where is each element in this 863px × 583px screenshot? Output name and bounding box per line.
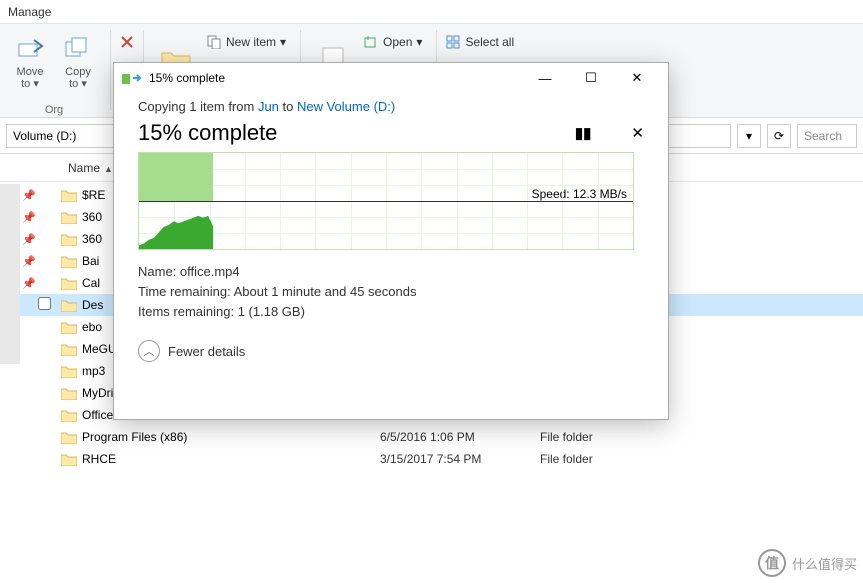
- breadcrumb-path: Volume (D:): [13, 129, 76, 143]
- speed-graph: Speed: 12.3 MB/s: [138, 152, 634, 250]
- folder-icon: [58, 453, 80, 466]
- file-type: File folder: [540, 452, 660, 466]
- window-title: Manage: [8, 5, 51, 19]
- minimize-button[interactable]: —: [522, 63, 568, 93]
- delete-icon: [119, 34, 135, 50]
- select-all-label: Select all: [465, 35, 514, 49]
- cancel-icon: ✕: [631, 125, 644, 142]
- folder-icon: [58, 365, 80, 378]
- move-to-button[interactable]: Moveto ▾: [6, 28, 54, 94]
- new-item-button[interactable]: New item ▾: [206, 32, 286, 52]
- maximize-button[interactable]: ☐: [568, 63, 614, 93]
- open-button[interactable]: Open ▾: [363, 32, 422, 52]
- refresh-button[interactable]: ⟳: [767, 124, 791, 148]
- folder-icon: [58, 431, 80, 444]
- copy-to-label: Copyto ▾: [65, 66, 91, 90]
- close-icon: ✕: [632, 70, 643, 86]
- watermark-badge: 值: [758, 549, 786, 577]
- move-to-label: Moveto ▾: [17, 66, 44, 90]
- copy-from-link[interactable]: Jun: [258, 99, 279, 114]
- file-name: RHCE: [80, 452, 380, 466]
- pin-icon: 📌: [20, 189, 38, 202]
- open-icon: [363, 34, 379, 50]
- new-item-label: New item: [226, 35, 276, 49]
- folder-icon: [58, 189, 80, 202]
- percent-complete: 15% complete: [138, 120, 277, 146]
- watermark-text: 什么值得买: [792, 554, 857, 573]
- pause-icon: ▮▮: [575, 125, 592, 142]
- refresh-icon: ⟳: [774, 129, 784, 143]
- chevron-down-icon: ▾: [416, 35, 422, 49]
- copy-dialog: 15% complete — ☐ ✕ Copying 1 item from J…: [113, 62, 669, 420]
- folder-icon: [58, 211, 80, 224]
- new-item-icon: [206, 34, 222, 50]
- titlebar: Manage: [0, 0, 863, 24]
- pin-icon: 📌: [20, 255, 38, 268]
- chevron-up-icon: ︿: [138, 340, 160, 362]
- file-date: 6/5/2016 1:06 PM: [380, 430, 540, 444]
- copy-to-link[interactable]: New Volume (D:): [297, 99, 395, 114]
- maximize-icon: ☐: [585, 70, 597, 86]
- folder-icon: [58, 277, 80, 290]
- search-placeholder: Search: [804, 129, 842, 143]
- select-all-icon: [445, 34, 461, 50]
- nav-pane-stub: [0, 184, 20, 364]
- select-all-button[interactable]: Select all: [445, 32, 514, 52]
- pause-button[interactable]: ▮▮: [575, 124, 592, 142]
- fewer-details-button[interactable]: ︿ Fewer details: [138, 340, 644, 362]
- chevron-down-icon: ▾: [280, 35, 286, 49]
- delete-button[interactable]: [119, 32, 135, 52]
- items-remaining-value: 1 (1.18 GB): [238, 304, 305, 319]
- table-row[interactable]: RHCE3/15/2017 7:54 PMFile folder: [0, 448, 863, 470]
- copy-to-button[interactable]: Copyto ▾: [54, 28, 102, 94]
- file-date: 3/15/2017 7:54 PM: [380, 452, 540, 466]
- dialog-title: 15% complete: [149, 71, 522, 85]
- search-input[interactable]: Search: [797, 124, 857, 148]
- copy-dialog-icon: [122, 72, 143, 84]
- file-type: File folder: [540, 430, 660, 444]
- pin-icon: 📌: [20, 277, 38, 290]
- close-button[interactable]: ✕: [614, 63, 660, 93]
- table-row[interactable]: Program Files (x86)6/5/2016 1:06 PMFile …: [0, 426, 863, 448]
- minimize-icon: —: [539, 71, 552, 86]
- ribbon-separator: [110, 30, 111, 110]
- copy-to-icon: [62, 32, 94, 64]
- open-label: Open: [383, 35, 412, 49]
- folder-icon: [58, 299, 80, 312]
- ribbon-group-organize: Org: [45, 104, 63, 116]
- file-name-value: office.mp4: [180, 264, 240, 279]
- cancel-button[interactable]: ✕: [631, 124, 644, 142]
- go-button[interactable]: ▾: [737, 124, 761, 148]
- row-checkbox[interactable]: [38, 297, 58, 313]
- copy-details: Name: office.mp4 Time remaining: About 1…: [138, 262, 644, 322]
- folder-icon: [58, 233, 80, 246]
- chevron-down-icon: ▾: [746, 129, 752, 143]
- pin-icon: 📌: [20, 211, 38, 224]
- move-to-icon: [14, 32, 46, 64]
- file-name: Program Files (x86): [80, 430, 380, 444]
- folder-icon: [58, 409, 80, 422]
- watermark: 值 什么值得买: [758, 549, 857, 577]
- folder-icon: [58, 387, 80, 400]
- copy-summary: Copying 1 item from Jun to New Volume (D…: [138, 99, 644, 114]
- folder-icon: [58, 343, 80, 356]
- folder-icon: [58, 255, 80, 268]
- time-remaining-value: About 1 minute and 45 seconds: [234, 284, 417, 299]
- dialog-titlebar: 15% complete — ☐ ✕: [114, 63, 668, 93]
- sort-asc-icon: ▲: [104, 164, 113, 174]
- folder-icon: [58, 321, 80, 334]
- pin-icon: 📌: [20, 233, 38, 246]
